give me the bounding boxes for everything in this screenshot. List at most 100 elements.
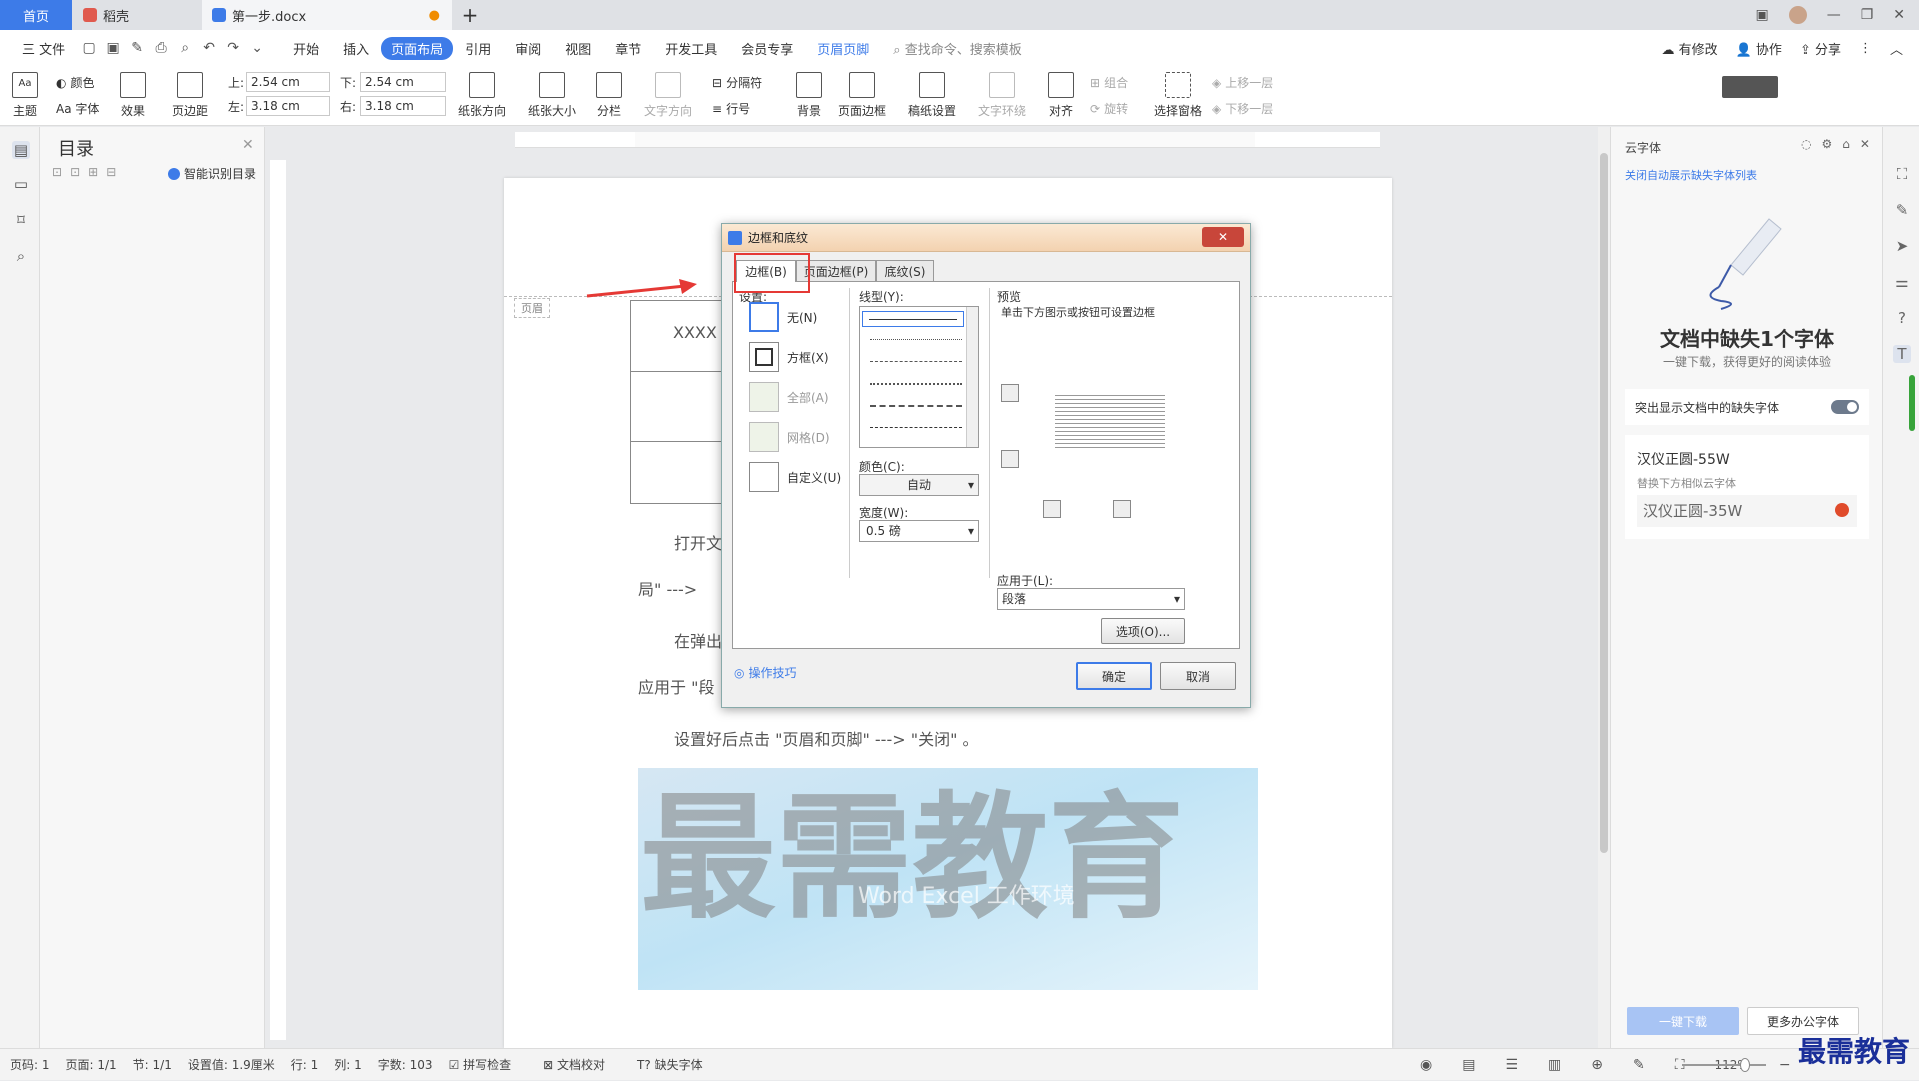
expand-icon[interactable]: ⊡	[52, 165, 62, 179]
close-auto-show-link[interactable]: 关闭自动展示缺失字体列表	[1625, 167, 1757, 183]
modified-button[interactable]: ☁ 有修改	[1661, 39, 1717, 58]
sliders-icon[interactable]: ⚌	[1893, 273, 1911, 291]
dropdown-icon[interactable]: ⌄	[249, 40, 265, 56]
undo-icon[interactable]: ↶	[201, 40, 217, 56]
status-page[interactable]: 页面: 1/1	[66, 1056, 117, 1073]
line-numbers-button[interactable]: ≡ 行号	[712, 100, 750, 117]
line-style-option[interactable]	[870, 361, 962, 362]
menu-page-layout[interactable]: 页面布局	[381, 36, 454, 60]
menu-review[interactable]: 审阅	[503, 39, 553, 58]
restore-icon[interactable]: ❐	[1861, 7, 1874, 23]
bottom-border-icon[interactable]	[1001, 450, 1019, 468]
setting-grid[interactable]: 网格(D)	[749, 422, 830, 452]
more-icon[interactable]: ⋮	[1859, 41, 1872, 56]
text-wrap-button[interactable]: 文字环绕	[978, 72, 1026, 119]
top-border-icon[interactable]	[1001, 384, 1019, 402]
tab-document[interactable]: 第一步.docx ●	[202, 0, 452, 30]
tips-link[interactable]: ◎ 操作技巧	[734, 664, 797, 681]
collapse-icon[interactable]: ⊡	[70, 165, 80, 179]
avatar[interactable]	[1788, 6, 1807, 24]
scrollbar-thumb[interactable]	[1600, 153, 1608, 853]
toc-nav-icon[interactable]: ▤	[12, 141, 30, 159]
menu-view[interactable]: 视图	[553, 39, 603, 58]
new-tab-button[interactable]: +	[452, 0, 488, 30]
line-style-option[interactable]	[870, 405, 962, 407]
line-style-list[interactable]	[859, 306, 979, 448]
status-section[interactable]: 节: 1/1	[133, 1056, 172, 1073]
rotate-button[interactable]: ⟳ 旋转	[1090, 100, 1128, 117]
setting-box[interactable]: 方框(X)	[749, 342, 829, 372]
bottom-margin-input[interactable]: 2.54 cm	[360, 72, 446, 92]
redo-icon[interactable]: ↷	[225, 40, 241, 56]
print-icon[interactable]: ⎙	[153, 40, 169, 56]
top-margin-input[interactable]: 2.54 cm	[246, 72, 330, 92]
missing-font-button[interactable]: T? 缺失字体	[637, 1056, 719, 1073]
breaks-button[interactable]: ⊟ 分隔符	[712, 74, 762, 91]
line-style-option[interactable]	[870, 383, 962, 385]
cloud-font-title[interactable]: 云字体	[1625, 139, 1661, 156]
setting-custom[interactable]: 自定义(U)	[749, 462, 841, 492]
effects-button[interactable]: 效果	[120, 72, 146, 119]
close-toc-icon[interactable]: ✕	[242, 137, 254, 153]
lock-icon[interactable]: ⛶	[1893, 165, 1911, 183]
share-button[interactable]: ⇪ 分享	[1800, 39, 1841, 58]
collaborate-button[interactable]: 👤 协作	[1736, 39, 1782, 58]
zoom-slider[interactable]	[1682, 1064, 1766, 1066]
menu-insert[interactable]: 插入	[331, 39, 381, 58]
collapse-ribbon-icon[interactable]: ︿	[1890, 39, 1903, 58]
settings-icon[interactable]: ⚙	[1821, 137, 1832, 151]
new-doc-icon[interactable]: ▢	[81, 40, 97, 56]
status-page-code[interactable]: 页码: 1	[10, 1056, 50, 1073]
preview-sample[interactable]	[1055, 392, 1165, 448]
menu-chapter[interactable]: 章节	[603, 39, 653, 58]
print-preview-icon[interactable]: ⌕	[177, 40, 193, 56]
alt-font-option[interactable]: 汉仪正圆-35W	[1637, 495, 1857, 527]
chat-icon[interactable]: ◌	[1801, 137, 1811, 151]
line-style-option[interactable]	[870, 427, 962, 428]
width-select[interactable]: 0.5 磅 ▾	[859, 520, 979, 542]
right-border-icon[interactable]	[1113, 500, 1131, 518]
theme-button[interactable]: Aa 主题	[12, 72, 38, 119]
background-button[interactable]: 背景	[796, 72, 822, 119]
pointer-icon[interactable]: ➤	[1893, 237, 1911, 255]
group-button[interactable]: ⊞ 组合	[1090, 74, 1128, 91]
margins-button[interactable]: 页边距	[172, 72, 208, 119]
save-icon[interactable]: ▣	[105, 40, 121, 56]
edit-icon[interactable]: ✎	[1893, 201, 1911, 219]
vertical-scrollbar[interactable]	[1598, 127, 1610, 1048]
eye-icon[interactable]: ◉	[1420, 1057, 1432, 1073]
file-menu[interactable]: 三 文件	[10, 39, 77, 58]
zoom-slider-thumb[interactable]	[1740, 1058, 1750, 1072]
minimize-icon[interactable]: —	[1827, 7, 1841, 23]
chapter-nav-icon[interactable]: ▭	[12, 175, 30, 193]
zoom-out-icon[interactable]: −	[1779, 1057, 1791, 1073]
align-button[interactable]: 对齐	[1048, 72, 1074, 119]
format-painter-icon[interactable]: ✎	[129, 40, 145, 56]
page-view-icon[interactable]: ▤	[1462, 1057, 1475, 1073]
text-direction-button[interactable]: 文字方向	[644, 72, 692, 119]
line-style-option[interactable]	[870, 339, 962, 340]
close-icon[interactable]: ✕	[1893, 7, 1905, 23]
right-margin-input[interactable]: 3.18 cm	[360, 96, 446, 116]
spell-check-button[interactable]: ☑ 拼写检查	[449, 1056, 528, 1073]
status-setting[interactable]: 设置值: 1.9厘米	[188, 1056, 275, 1073]
read-view-icon[interactable]: ▥	[1548, 1057, 1561, 1073]
tab-shading[interactable]: 底纹(S)	[876, 260, 934, 282]
bring-forward-button[interactable]: ◈ 上移一层	[1212, 74, 1273, 91]
paper-size-button[interactable]: 纸张大小	[528, 72, 576, 119]
fonts-button[interactable]: Aa 字体	[56, 100, 99, 117]
command-search[interactable]: ⌕ 查找命令、搜索模板	[881, 39, 1033, 58]
dialog-titlebar[interactable]: 边框和底纹	[722, 224, 1250, 252]
colors-button[interactable]: ◐ 颜色	[56, 74, 95, 91]
line-style-scrollbar[interactable]	[966, 307, 978, 447]
page-border-button[interactable]: 页面边框	[838, 72, 886, 119]
vertical-ruler[interactable]	[270, 160, 286, 1040]
apply-to-select[interactable]: 段落 ▾	[997, 588, 1185, 610]
menu-header-footer[interactable]: 页眉页脚	[805, 39, 881, 58]
tab-daoke[interactable]: 稻壳	[73, 0, 201, 30]
ad-thumbnail[interactable]	[1722, 76, 1778, 98]
ok-button[interactable]: 确定	[1076, 662, 1152, 690]
web-view-icon[interactable]: ⊕	[1591, 1057, 1603, 1073]
proofread-button[interactable]: ⊠ 文档校对	[543, 1056, 621, 1073]
highlight-toggle[interactable]	[1831, 400, 1859, 414]
